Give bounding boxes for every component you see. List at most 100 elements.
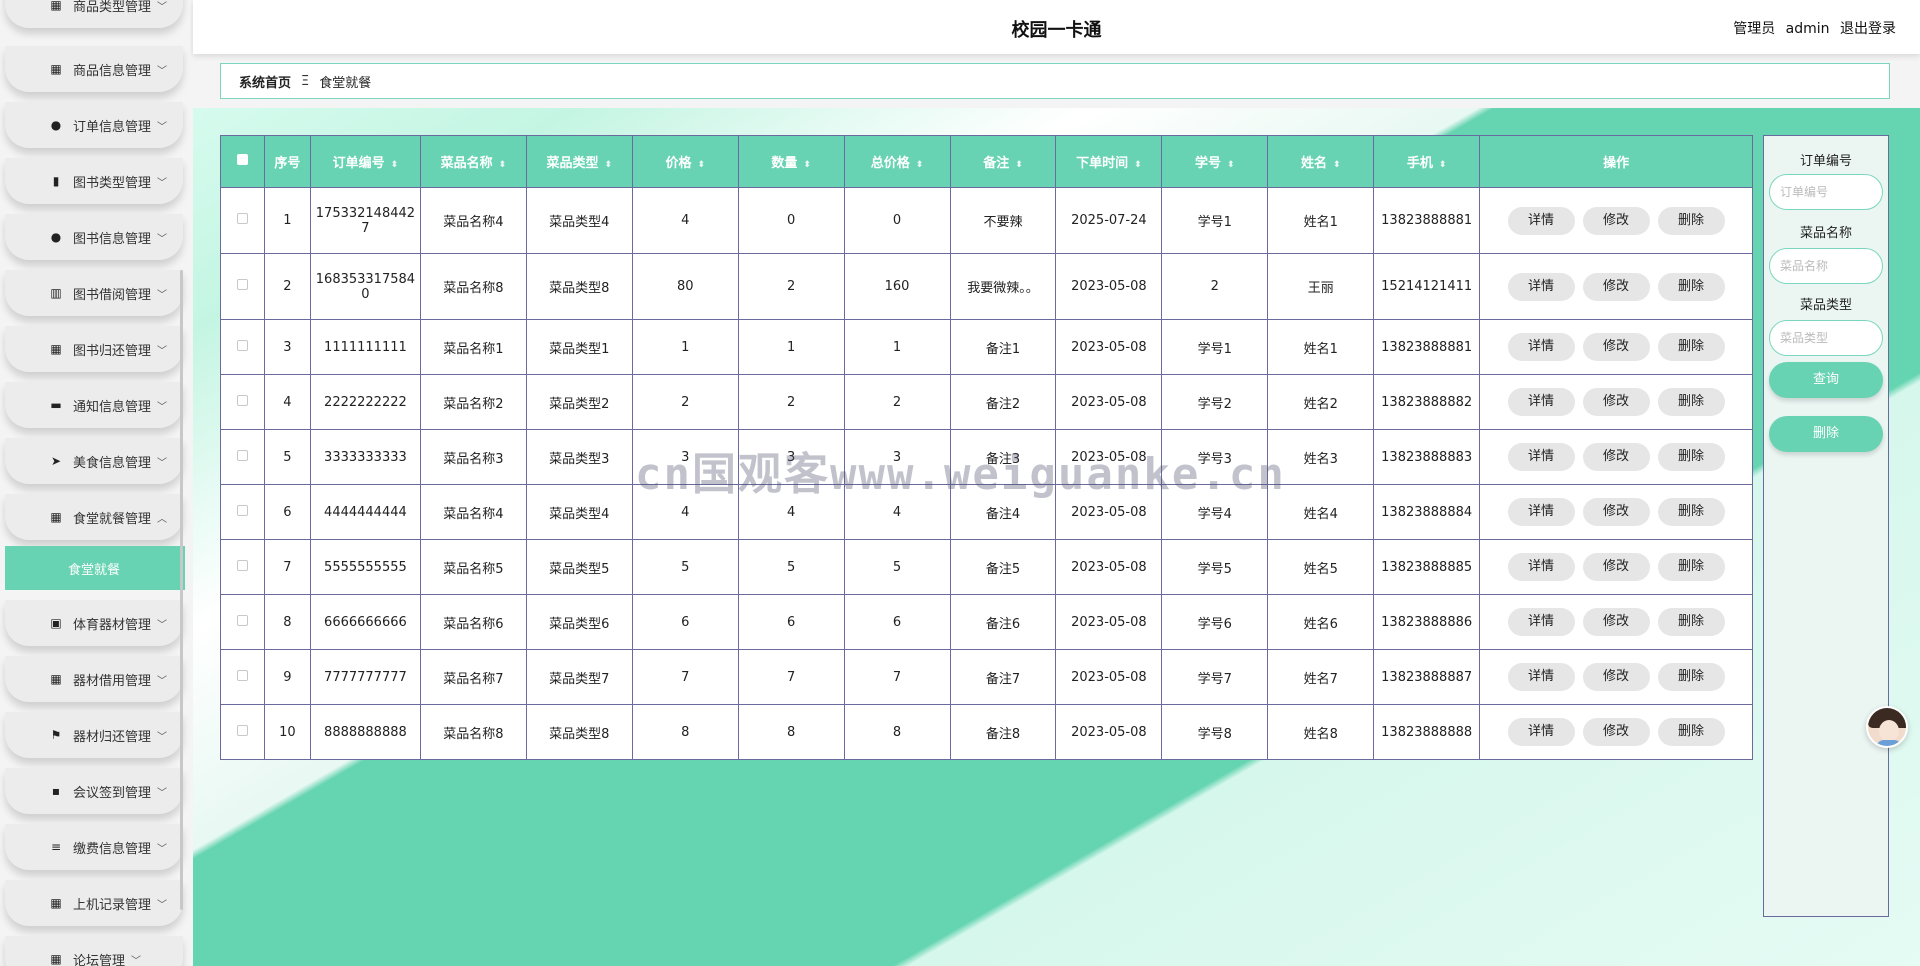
column-header[interactable]: 下单时间 ⬍ [1055, 135, 1163, 188]
sort-icon[interactable]: ⬍ [916, 160, 924, 170]
edit-button[interactable]: 修改 [1582, 718, 1650, 746]
sidebar-item[interactable]: ▦ 食堂就餐管理 ︿ [5, 494, 183, 540]
batch-delete-button[interactable]: 删除 [1769, 416, 1883, 452]
username: admin [1785, 21, 1830, 37]
column-header[interactable]: 订单编号 ⬍ [309, 135, 421, 188]
edit-button[interactable]: 修改 [1582, 388, 1650, 416]
detail-button[interactable]: 详情 [1507, 206, 1575, 235]
edit-button[interactable]: 修改 [1582, 206, 1650, 235]
edit-button[interactable]: 修改 [1582, 443, 1650, 471]
edit-button[interactable]: 修改 [1582, 608, 1650, 636]
detail-button[interactable]: 详情 [1507, 663, 1575, 691]
sidebar-item-label: 图书归还管理 [73, 343, 152, 359]
cell-phone: 13823888882 [1373, 374, 1481, 430]
row-checkbox[interactable] [220, 253, 265, 320]
sidebar-item[interactable]: ▬ 通知信息管理 ﹀ [5, 382, 183, 428]
delete-button[interactable]: 删除 [1657, 443, 1725, 471]
delete-button[interactable]: 删除 [1657, 608, 1725, 636]
detail-button[interactable]: 详情 [1507, 333, 1575, 361]
sort-icon[interactable]: ⬍ [1227, 160, 1235, 170]
sidebar-item[interactable]: ▦ 器材借用管理 ﹀ [5, 656, 183, 702]
sidebar-item[interactable]: ▦ 商品类型管理 ﹀ [5, 0, 183, 28]
detail-button[interactable]: 详情 [1507, 718, 1575, 746]
column-header[interactable]: 价格 ⬍ [631, 135, 739, 188]
dish-type-input[interactable] [1769, 320, 1883, 356]
sidebar-item[interactable]: ▦ 图书归还管理 ﹀ [5, 326, 183, 372]
column-header[interactable]: 菜品类型 ⬍ [525, 135, 633, 188]
sort-icon[interactable]: ⬍ [1134, 160, 1142, 170]
column-header[interactable]: 总价格 ⬍ [843, 135, 951, 188]
sort-icon[interactable]: ⬍ [1439, 160, 1447, 170]
sort-icon[interactable]: ⬍ [605, 160, 613, 170]
sidebar-item[interactable]: ● 图书信息管理 ﹀ [5, 214, 183, 260]
cell-type: 菜品类型8 [525, 704, 633, 760]
row-checkbox[interactable] [220, 649, 265, 705]
sidebar-item[interactable]: ▦ 商品信息管理 ﹀ [5, 46, 183, 92]
delete-button[interactable]: 删除 [1657, 206, 1725, 235]
sidebar-item[interactable]: ▦ 上机记录管理 ﹀ [5, 880, 183, 926]
cell-phone: 13823888883 [1373, 429, 1481, 485]
sort-icon[interactable]: ⬍ [697, 160, 705, 170]
sidebar-item[interactable]: ▮ 图书类型管理 ﹀ [5, 158, 183, 204]
edit-button[interactable]: 修改 [1582, 333, 1650, 361]
sidebar-item[interactable]: ⚑ 器材归还管理 ﹀ [5, 712, 183, 758]
detail-button[interactable]: 详情 [1507, 498, 1575, 526]
logout-link[interactable]: 退出登录 [1840, 21, 1896, 37]
sidebar-item[interactable]: ≡ 缴费信息管理 ﹀ [5, 824, 183, 870]
chevron-down-icon: ﹀ [157, 1, 168, 13]
column-header[interactable]: 备注 ⬍ [949, 135, 1057, 188]
row-checkbox[interactable] [220, 704, 265, 760]
sidebar-item[interactable]: ▦ 论坛管理 ﹀ [5, 936, 183, 966]
detail-button[interactable]: 详情 [1507, 608, 1575, 636]
delete-button[interactable]: 删除 [1657, 663, 1725, 691]
delete-button[interactable]: 删除 [1657, 553, 1725, 581]
assistant-avatar[interactable] [1866, 706, 1908, 748]
delete-button[interactable]: 删除 [1657, 333, 1725, 361]
sidebar-item[interactable]: ▪ 会议签到管理 ﹀ [5, 768, 183, 814]
edit-button[interactable]: 修改 [1582, 553, 1650, 581]
row-checkbox[interactable] [220, 539, 265, 595]
sidebar-item[interactable]: ➤ 美食信息管理 ﹀ [5, 438, 183, 484]
sidebar-item[interactable]: ▥ 图书借阅管理 ﹀ [5, 270, 183, 316]
delete-button[interactable]: 删除 [1657, 498, 1725, 526]
sort-icon[interactable]: ⬍ [803, 160, 811, 170]
row-checkbox[interactable] [220, 594, 265, 650]
column-header[interactable]: 姓名 ⬍ [1267, 135, 1375, 188]
sort-icon[interactable]: ⬍ [499, 160, 507, 170]
column-header[interactable]: 菜品名称 ⬍ [419, 135, 527, 188]
detail-button[interactable]: 详情 [1507, 443, 1575, 471]
sidebar-scrollbar[interactable] [180, 270, 183, 910]
detail-button[interactable]: 详情 [1507, 553, 1575, 581]
sort-icon[interactable]: ⬍ [1015, 160, 1023, 170]
sort-icon[interactable]: ⬍ [391, 160, 399, 170]
detail-button[interactable]: 详情 [1507, 272, 1575, 301]
order-number-input[interactable] [1769, 174, 1883, 210]
cell-actions: 详情 修改 删除 [1479, 374, 1753, 430]
cell-order: 7777777777 [309, 649, 421, 705]
dish-name-input[interactable] [1769, 248, 1883, 284]
edit-button[interactable]: 修改 [1582, 272, 1650, 301]
delete-button[interactable]: 删除 [1657, 718, 1725, 746]
breadcrumb-home[interactable]: 系统首页 [239, 72, 291, 91]
cell-name: 姓名1 [1267, 187, 1375, 254]
column-header[interactable]: 学号 ⬍ [1161, 135, 1269, 188]
delete-button[interactable]: 删除 [1657, 272, 1725, 301]
select-all-checkbox[interactable] [220, 135, 265, 188]
query-button[interactable]: 查询 [1769, 362, 1883, 398]
row-checkbox[interactable] [220, 187, 265, 254]
delete-button[interactable]: 删除 [1657, 388, 1725, 416]
detail-button[interactable]: 详情 [1507, 388, 1575, 416]
chevron-down-icon: ﹀ [157, 177, 168, 189]
column-header[interactable]: 数量 ⬍ [737, 135, 845, 188]
sidebar-subitem-canteen[interactable]: 食堂就餐 [5, 546, 185, 590]
row-checkbox[interactable] [220, 374, 265, 430]
edit-button[interactable]: 修改 [1582, 498, 1650, 526]
row-checkbox[interactable] [220, 319, 265, 375]
row-checkbox[interactable] [220, 429, 265, 485]
sidebar-item[interactable]: ● 订单信息管理 ﹀ [5, 102, 183, 148]
row-checkbox[interactable] [220, 484, 265, 540]
sidebar-item[interactable]: ▣ 体育器材管理 ﹀ [5, 600, 183, 646]
edit-button[interactable]: 修改 [1582, 663, 1650, 691]
sort-icon[interactable]: ⬍ [1333, 160, 1341, 170]
column-header[interactable]: 手机 ⬍ [1373, 135, 1481, 188]
